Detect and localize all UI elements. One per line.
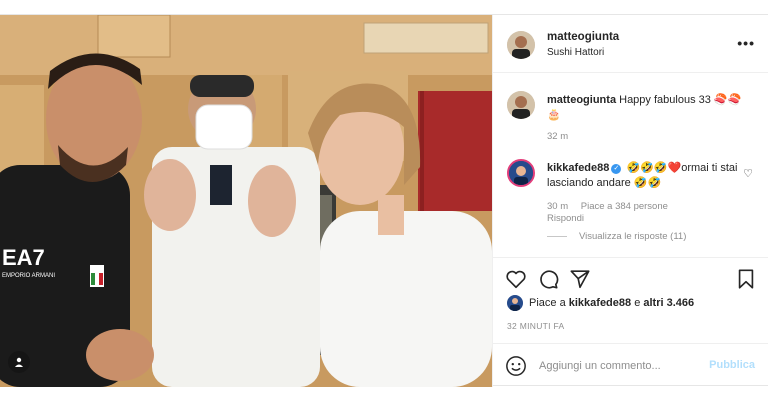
post-location[interactable]: Sushi Hattori — [547, 47, 604, 58]
reply-row: Rispondi — [547, 213, 594, 224]
shirt-logo-sub: EMPORIO ARMANI — [2, 273, 55, 279]
liker-avatar[interactable] — [507, 295, 523, 311]
post-side-panel: matteogiunta Sushi Hattori ••• matteogiu… — [492, 15, 768, 387]
author-avatar[interactable] — [507, 31, 535, 59]
post-header: matteogiunta Sushi Hattori ••• — [493, 15, 768, 73]
tagged-user-icon[interactable] — [8, 351, 30, 373]
comment-username[interactable]: kikkafede88 — [547, 162, 609, 174]
commenter-avatar[interactable] — [507, 159, 535, 187]
caption-time-text: 32 m — [547, 131, 569, 142]
comment-time: 30 m — [547, 201, 569, 212]
emoji-icon[interactable] — [505, 355, 527, 377]
comment-like-heart-icon[interactable]: ♡ — [743, 167, 753, 180]
add-comment-bar: Pubblica — [493, 343, 768, 387]
caption-text: matteogiunta Happy fabulous 33 🍣🍣🎂 — [547, 93, 747, 123]
likes-prefix: Piace a — [529, 297, 569, 309]
replies-divider — [547, 235, 567, 237]
post-photo[interactable]: EA7 EMPORIO ARMANI — [0, 15, 492, 387]
caption-username[interactable]: matteogiunta — [547, 94, 616, 106]
bookmark-icon[interactable] — [735, 268, 757, 290]
verified-badge-icon: ✓ — [611, 164, 622, 174]
likes-summary: Piace a kikkafede88 e altri 3.466 — [529, 297, 694, 309]
share-icon[interactable] — [569, 268, 591, 290]
comment-input[interactable] — [539, 356, 699, 376]
reply-button[interactable]: Rispondi — [547, 213, 584, 224]
view-replies[interactable]: Visualizza le risposte (11) — [547, 231, 686, 242]
comment-text: kikkafede88 ✓ 🤣🤣🤣❤️ormai ti stai lasciand… — [547, 161, 747, 191]
caption-avatar[interactable] — [507, 91, 535, 119]
comment-icon[interactable] — [537, 268, 559, 290]
shirt-logo: EA7 — [2, 245, 45, 270]
likes-others[interactable]: altri 3.466 — [643, 297, 694, 309]
likes-suffix: e — [631, 297, 644, 309]
comments-section: matteogiunta Happy fabulous 33 🍣🍣🎂 32 m … — [493, 73, 768, 257]
comment-meta: 30 m Piace a 384 persone — [547, 201, 678, 212]
instagram-post: EA7 EMPORIO ARMANI matteogiunta Sushi Ha… — [0, 14, 768, 387]
publish-button[interactable]: Pubblica — [709, 359, 755, 371]
view-replies-text[interactable]: Visualizza le risposte (11) — [579, 231, 686, 242]
comment-likes[interactable]: Piace a 384 persone — [581, 201, 668, 212]
photo-illustration: EA7 EMPORIO ARMANI — [0, 15, 492, 387]
author-username[interactable]: matteogiunta — [547, 31, 619, 43]
caption-time: 32 m — [547, 131, 578, 142]
likes-user[interactable]: kikkafede88 — [569, 297, 631, 309]
likes-row: Piace a kikkafede88 e altri 3.466 — [493, 295, 768, 315]
more-icon[interactable]: ••• — [737, 35, 755, 51]
heart-icon[interactable] — [505, 268, 527, 290]
post-timestamp[interactable]: 32 MINUTI FA — [507, 321, 564, 331]
